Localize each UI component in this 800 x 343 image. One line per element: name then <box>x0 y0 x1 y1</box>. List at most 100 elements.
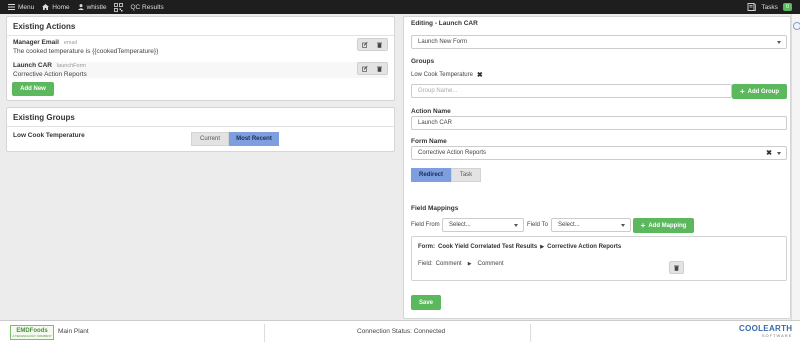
menu-icon <box>8 4 15 10</box>
add-mapping-button[interactable]: + Add Mapping <box>633 218 694 233</box>
action-item: Launch CAR launchForm Corrective Action … <box>13 62 388 78</box>
action-description: Corrective Action Reports <box>13 71 87 78</box>
version-toggle: Current Most Recent <box>191 132 279 146</box>
qr-code-icon <box>114 2 124 12</box>
remove-tag-icon[interactable]: ✖ <box>477 71 483 79</box>
most-recent-toggle[interactable]: Most Recent <box>229 132 279 146</box>
home-link[interactable]: Home <box>42 3 70 11</box>
coolearth-brand: COOLEARTH <box>739 324 793 333</box>
home-label: Home <box>52 3 70 11</box>
side-drawer-edge <box>791 14 800 320</box>
mapping-field-to: Comment <box>477 261 504 267</box>
tasks-count-badge: 0 <box>782 3 792 11</box>
field-to-value: Select... <box>558 222 580 228</box>
clear-icon[interactable]: ✖ <box>766 149 772 157</box>
connection-status: Connection Status: Connected <box>357 328 446 335</box>
qc-results-link[interactable]: QC Results <box>114 2 164 12</box>
mapping-form-line: Form: Cook Yield Correlated Test Results… <box>418 244 621 250</box>
group-name-placeholder: Group Name... <box>418 88 458 94</box>
field-to-select[interactable]: Select... <box>551 218 631 232</box>
field-mappings-label: Field Mappings <box>411 205 459 212</box>
mode-toggle: Redirect Task <box>411 168 481 182</box>
editor-title: Editing - Launch CAR <box>411 20 478 27</box>
home-icon <box>42 4 50 10</box>
user-link[interactable]: whistle <box>77 3 107 11</box>
trash-icon <box>377 42 383 48</box>
coolearth-logo: COOLEARTH SOFTWARE <box>739 324 792 338</box>
existing-groups-panel: Existing Groups Low Cook Temperature Cur… <box>6 107 395 152</box>
form-name-value: Corrective Action Reports <box>418 150 487 156</box>
caret-down-icon <box>777 41 781 44</box>
action-item: Manager Email email The cooked temperatu… <box>13 39 388 55</box>
drawer-tab[interactable] <box>793 22 800 30</box>
add-mapping-label: Add Mapping <box>648 222 687 229</box>
top-navbar: Menu Home whistle QC Results Tasks 0 <box>0 0 800 14</box>
field-from-label: Field From <box>411 222 440 228</box>
add-new-button[interactable]: Add New <box>12 82 54 96</box>
mapping-field-label: Field: <box>418 261 433 267</box>
mapping-target-form: Corrective Action Reports <box>547 244 622 250</box>
delete-button[interactable] <box>373 39 388 50</box>
tasks-label: Tasks <box>761 3 778 11</box>
delete-mapping-button[interactable] <box>669 261 684 274</box>
action-name-value: Launch CAR <box>418 120 453 126</box>
action-name-input[interactable]: Launch CAR <box>411 116 787 130</box>
group-name-input[interactable]: Group Name... <box>411 84 732 98</box>
arrow-right-icon: ▶ <box>540 244 545 250</box>
action-name: Manager Email <box>13 39 59 46</box>
mapping-field-line: Field: Comment ▶ Comment <box>418 261 504 267</box>
action-name: Launch CAR <box>13 62 52 69</box>
arrow-right-icon: ▶ <box>467 261 472 267</box>
footer: EMDFoods A TECHNOLOGY COMPANY Main Plant… <box>0 320 800 343</box>
existing-actions-panel: Existing Actions Manager Email email The… <box>6 16 395 101</box>
save-button[interactable]: Save <box>411 295 441 310</box>
action-name-label: Action Name <box>411 108 451 115</box>
plant-name: Main Plant <box>58 328 89 335</box>
mapping-form-label: Form: <box>418 244 435 250</box>
plus-icon: + <box>640 221 646 230</box>
book-icon <box>747 3 757 11</box>
footer-divider <box>264 324 265 342</box>
form-name-label: Form Name <box>411 138 447 145</box>
action-type-value: Launch New Form <box>418 39 468 45</box>
add-group-button[interactable]: + Add Group <box>732 84 787 99</box>
form-name-select[interactable]: Corrective Action Reports ✖ <box>411 146 787 160</box>
add-group-label: Add Group <box>747 88 779 95</box>
existing-actions-title: Existing Actions <box>7 17 394 36</box>
group-tag: Low Cook Temperature ✖ <box>411 71 483 79</box>
menu-link[interactable]: Menu <box>8 4 34 11</box>
field-from-select[interactable]: Select... <box>442 218 524 232</box>
menu-label: Menu <box>18 3 35 11</box>
emd-logo-subtext: A TECHNOLOGY COMPANY <box>12 333 52 338</box>
user-icon <box>77 4 84 10</box>
task-toggle[interactable]: Task <box>451 168 481 182</box>
edit-icon <box>362 65 368 72</box>
current-toggle[interactable]: Current <box>191 132 229 146</box>
edit-icon <box>362 41 368 48</box>
caret-down-icon <box>514 224 518 227</box>
group-tag-label: Low Cook Temperature <box>411 72 473 78</box>
delete-button[interactable] <box>373 63 388 74</box>
redirect-toggle[interactable]: Redirect <box>411 168 451 182</box>
group-name: Low Cook Temperature <box>13 132 85 139</box>
mapping-card: Form: Cook Yield Correlated Test Results… <box>411 236 787 281</box>
action-type-select[interactable]: Launch New Form <box>411 35 787 49</box>
edit-button[interactable] <box>358 63 373 74</box>
emd-logo: EMDFoods A TECHNOLOGY COMPANY <box>10 325 54 340</box>
action-type: launchForm <box>56 63 86 69</box>
action-buttons <box>357 38 388 51</box>
footer-divider <box>530 324 531 342</box>
caret-down-icon <box>777 152 781 155</box>
coolearth-subtext: SOFTWARE <box>761 333 793 338</box>
edit-button[interactable] <box>358 39 373 50</box>
user-label: whistle <box>86 3 107 11</box>
qc-results-label: QC Results <box>130 3 164 11</box>
existing-groups-title: Existing Groups <box>7 108 394 127</box>
mapping-field-from: Comment <box>435 261 462 267</box>
tasks-link[interactable]: Tasks 0 <box>747 0 792 14</box>
field-to-label: Field To <box>527 222 548 228</box>
plus-icon: + <box>740 87 745 96</box>
action-type: email <box>63 40 77 46</box>
mapping-source-form: Cook Yield Correlated Test Results <box>438 244 538 250</box>
groups-label: Groups <box>411 58 435 65</box>
